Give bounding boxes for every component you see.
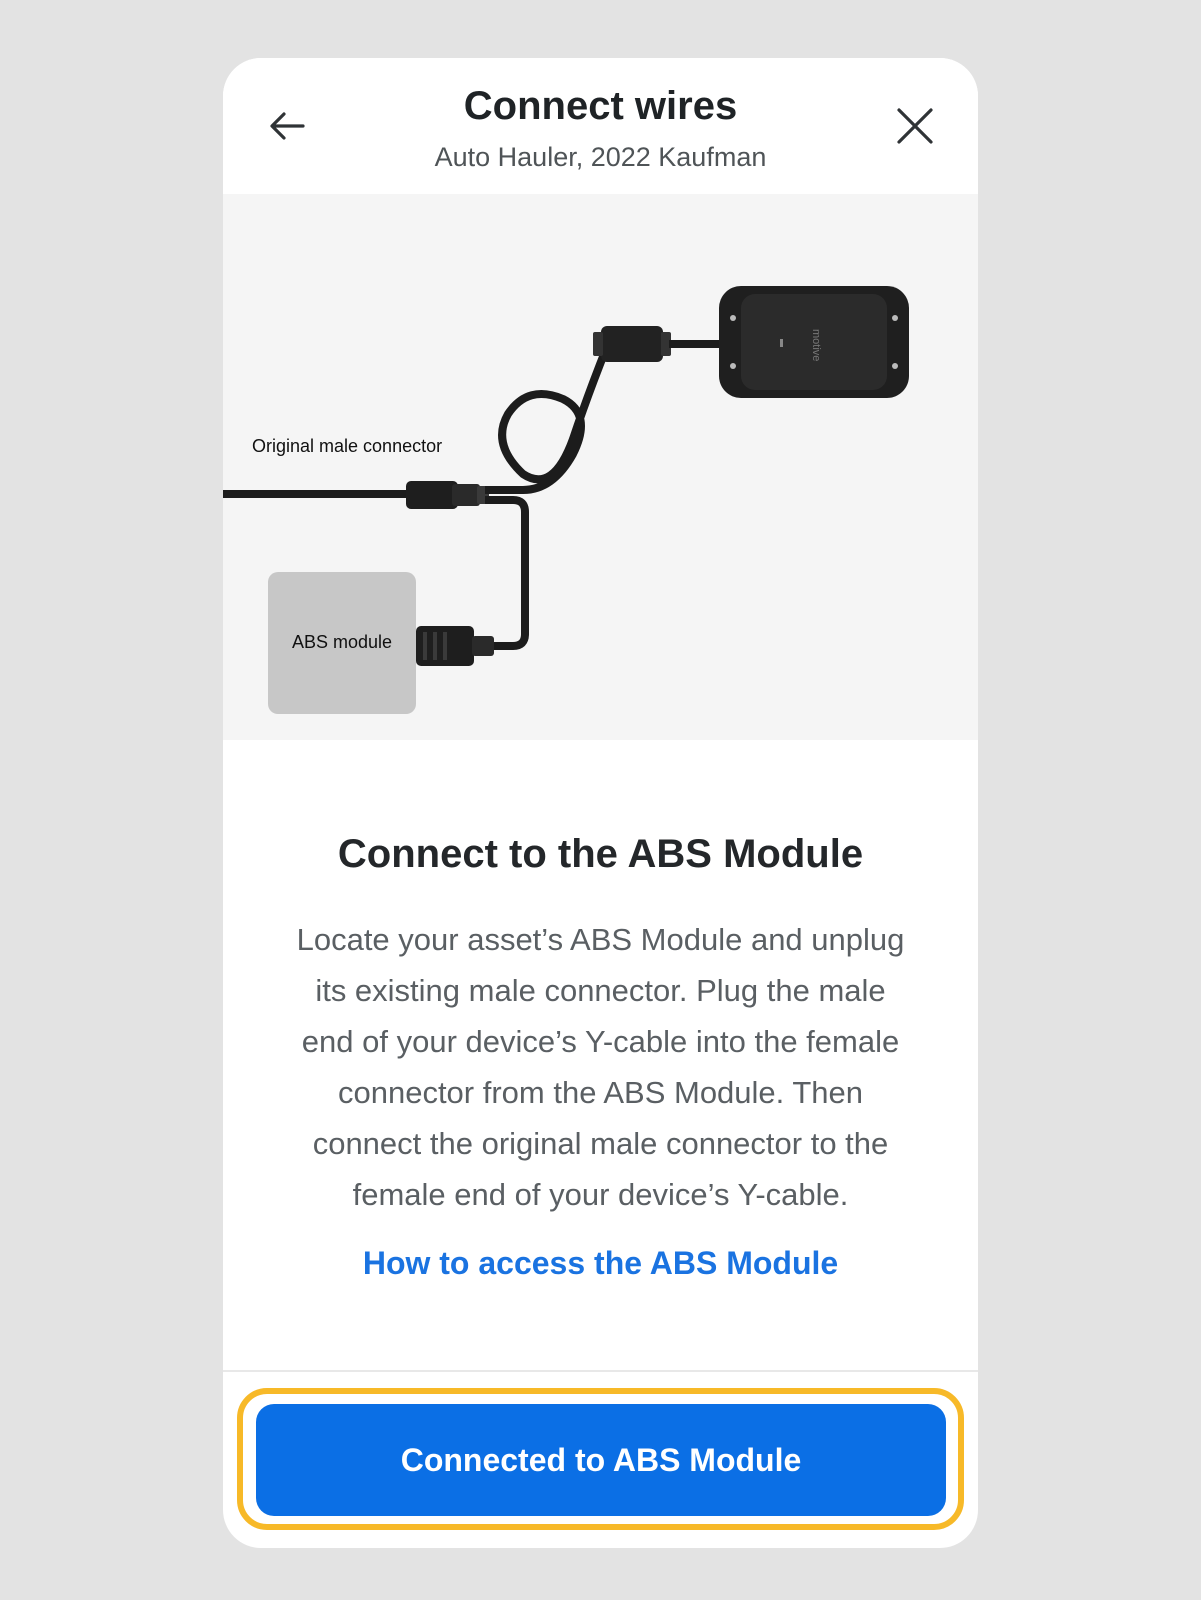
help-link-access-abs-module[interactable]: How to access the ABS Module: [223, 1245, 978, 1282]
page-title: Connect wires: [463, 84, 738, 128]
y-cable-branch: [485, 496, 529, 650]
connected-button[interactable]: Connected to ABS Module: [256, 1404, 946, 1516]
instruction-line: its existing male connector. Plug the ma…: [315, 973, 886, 1008]
label-original-connector: Original male connector: [252, 436, 442, 456]
phone-screen: Connect wires Auto Hauler, 2022 Kaufman: [223, 58, 978, 1548]
footer-divider: [223, 1370, 978, 1372]
instruction-line: connector from the ABS Module. Then: [337, 1075, 863, 1110]
ferrite-bead: [601, 326, 663, 362]
wiring-illustration: motive Original male connector ABS modul…: [223, 194, 978, 740]
close-button[interactable]: [891, 102, 939, 150]
label-abs-module: ABS module: [292, 632, 392, 652]
instruction-line: Locate your asset’s ABS Module and unplu…: [296, 922, 905, 957]
page-subtitle: Auto Hauler, 2022 Kaufman: [434, 142, 767, 172]
instruction-line: connect the original male connector to t…: [312, 1126, 889, 1161]
instruction-title: Connect to the ABS Module: [337, 832, 864, 876]
instruction-line: end of your device’s Y-cable into the fe…: [301, 1024, 900, 1059]
original-male-connector: [406, 481, 458, 509]
header: Connect wires Auto Hauler, 2022 Kaufman: [223, 58, 978, 194]
y-cable-loop: [485, 340, 663, 494]
instruction-line: female end of your device’s Y-cable.: [352, 1177, 849, 1212]
wiring-diagram: motive Original male connector ABS modul…: [223, 286, 909, 714]
instruction-body: Locate your asset’s ABS Module and unplu…: [259, 914, 942, 1220]
device-brand: motive: [810, 329, 822, 361]
close-icon: [897, 108, 933, 144]
motive-device: motive: [719, 286, 909, 398]
